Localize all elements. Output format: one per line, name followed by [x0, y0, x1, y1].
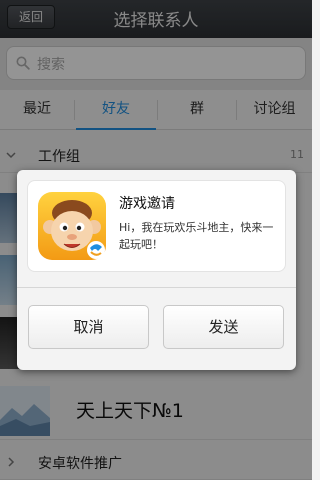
divider [17, 287, 296, 288]
game-app-icon [38, 192, 106, 260]
card-message: Hi，我在玩欢乐斗地主，快来一起玩吧！ [119, 221, 274, 251]
share-dialog: 游戏邀请 Hi，我在玩欢乐斗地主，快来一起玩吧！ 取消 发送 [17, 170, 296, 370]
send-button[interactable]: 发送 [163, 305, 284, 349]
invite-card: 游戏邀请 Hi，我在玩欢乐斗地主，快来一起玩吧！ [27, 180, 286, 272]
card-title: 游戏邀请 [119, 196, 175, 212]
cancel-button[interactable]: 取消 [28, 305, 149, 349]
